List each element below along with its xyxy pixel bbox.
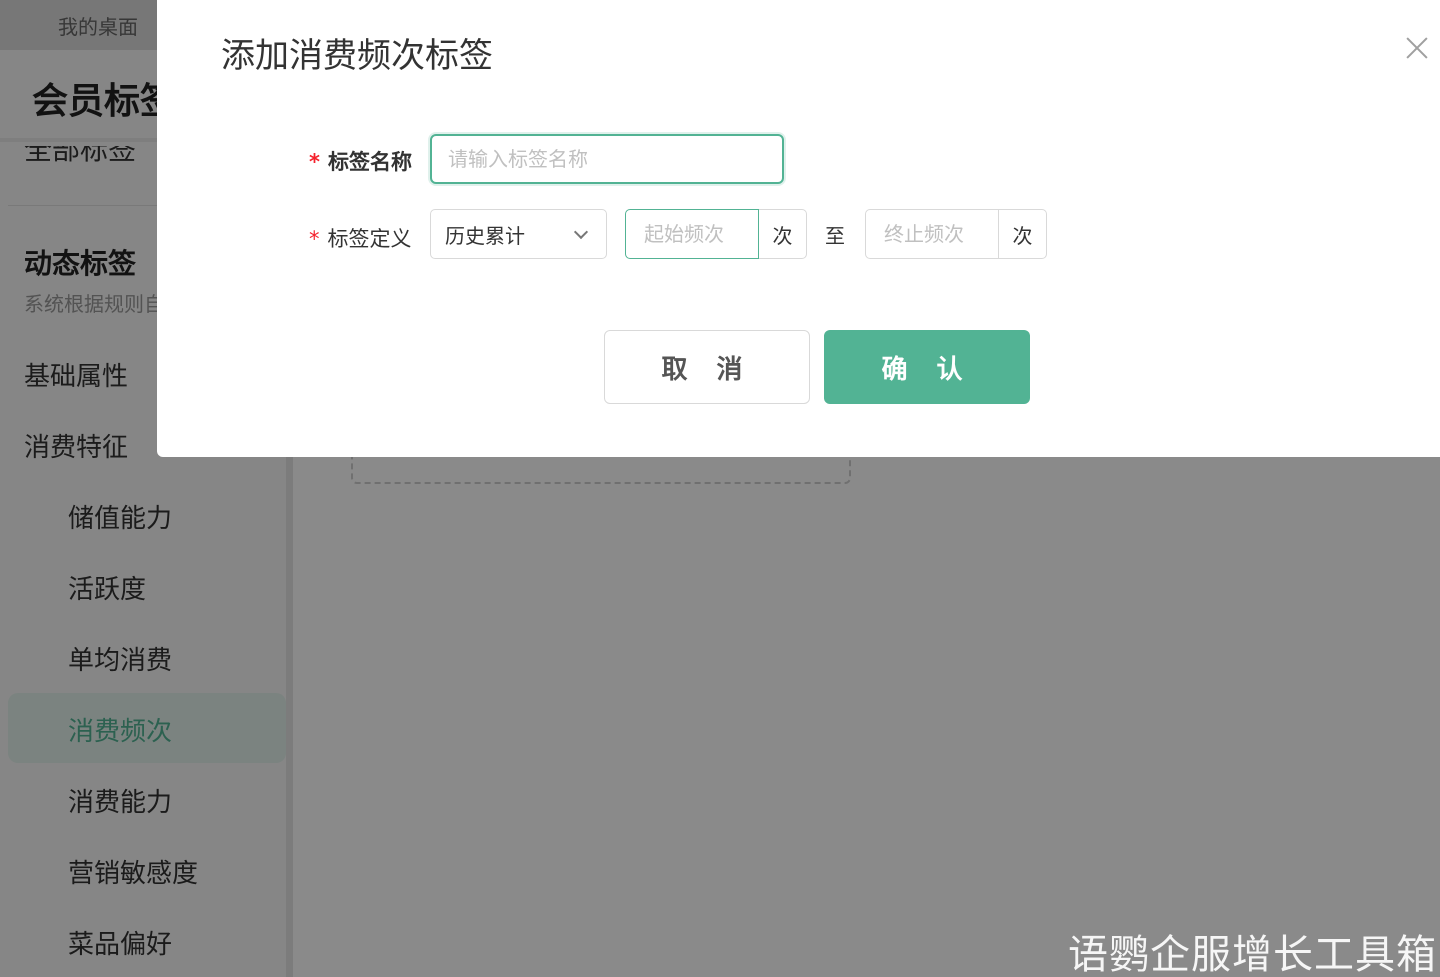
start-frequency-unit: 次 xyxy=(759,209,807,259)
required-asterisk: * xyxy=(309,150,320,174)
tag-name-label-text: 标签名称 xyxy=(327,150,412,174)
start-frequency-group: 次 xyxy=(625,209,807,259)
tag-definition-label: * 标签定义 xyxy=(309,223,412,253)
tag-name-input[interactable] xyxy=(430,134,784,184)
definition-select[interactable]: 历史累计 xyxy=(430,209,607,259)
chevron-down-icon xyxy=(573,224,589,240)
add-tag-modal: 添加消费频次标签 * 标签名称 * 标签定义 历史累计 次 至 次 取 消 确 认 xyxy=(157,0,1440,457)
watermark: 语鹦企服增长工具箱 xyxy=(1068,932,1437,977)
end-frequency-unit: 次 xyxy=(999,209,1047,259)
required-asterisk: * xyxy=(309,227,320,251)
modal-title: 添加消费频次标签 xyxy=(221,36,493,76)
range-separator: 至 xyxy=(825,224,845,248)
end-frequency-input[interactable] xyxy=(865,209,999,259)
confirm-button[interactable]: 确 认 xyxy=(824,330,1030,404)
tag-definition-label-text: 标签定义 xyxy=(327,227,412,251)
tag-name-label: * 标签名称 xyxy=(309,146,412,176)
cancel-button[interactable]: 取 消 xyxy=(604,330,810,404)
close-icon[interactable] xyxy=(1401,32,1433,64)
end-frequency-group: 次 xyxy=(865,209,1047,259)
start-frequency-input[interactable] xyxy=(625,209,759,259)
definition-select-value: 历史累计 xyxy=(445,223,525,248)
